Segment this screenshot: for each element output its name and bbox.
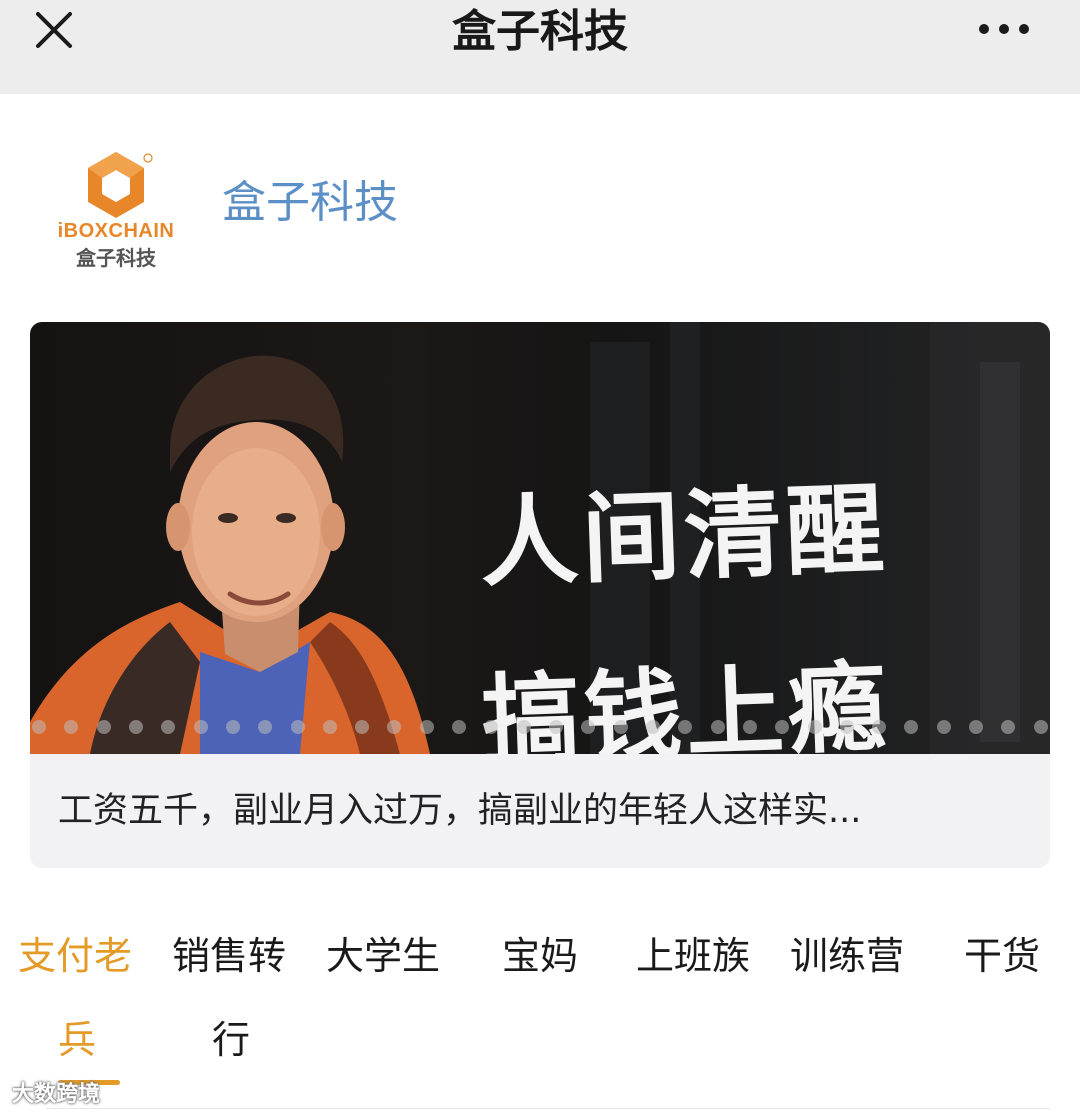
box-logo-icon <box>88 152 153 218</box>
more-options-button[interactable] <box>976 14 1032 44</box>
tab-baoma[interactable]: 宝妈 <box>502 930 578 982</box>
cover-dot-strip <box>30 720 1050 738</box>
logo-chinese-text: 盒子科技 <box>76 246 156 270</box>
article-cover-image: 人间清醒 搞钱上瘾 <box>30 322 1050 754</box>
watermark: 大数跨境 <box>12 1082 101 1107</box>
more-horizontal-icon <box>979 24 1029 34</box>
tab-xiaoshouzhuan[interactable]: 销售转 <box>172 930 286 982</box>
tab-xiaoshouzhuan-overflow[interactable]: 行 <box>212 1014 250 1066</box>
category-tabs-wrap: 兵 行 <box>0 1014 1080 1070</box>
category-tabs: 支付老 销售转 大学生 宝妈 上班族 训练营 干货 <box>0 930 1080 986</box>
tab-ganhuo[interactable]: 干货 <box>964 930 1040 982</box>
account-name-link[interactable]: 盒子科技 <box>222 176 398 230</box>
tab-zhifulao-overflow[interactable]: 兵 <box>58 1014 96 1066</box>
tab-daxuesheng[interactable]: 大学生 <box>326 930 440 982</box>
tab-xunlianying[interactable]: 训练营 <box>790 930 904 982</box>
account-logo[interactable]: iBOXCHAIN 盒子科技 <box>36 146 196 270</box>
article-title: 工资五千，副业月入过万，搞副业的年轻人这样实... <box>58 791 862 831</box>
page-title: 盒子科技 <box>452 6 628 57</box>
tab-shangbanzu[interactable]: 上班族 <box>636 930 750 982</box>
logo-brand-text: iBOXCHAIN <box>57 220 175 242</box>
tab-zhifulao[interactable]: 支付老 <box>18 930 132 982</box>
article-card[interactable]: 人间清醒 搞钱上瘾 工资五千，副业月入过万，搞副业的年轻人这样实... <box>30 322 1050 868</box>
top-navigation-bar: 盒子科技 <box>0 0 1080 94</box>
divider <box>46 1108 1050 1109</box>
cover-headline-line1: 人间清醒 <box>478 471 890 602</box>
cover-headline-line2: 搞钱上瘾 <box>480 649 892 754</box>
